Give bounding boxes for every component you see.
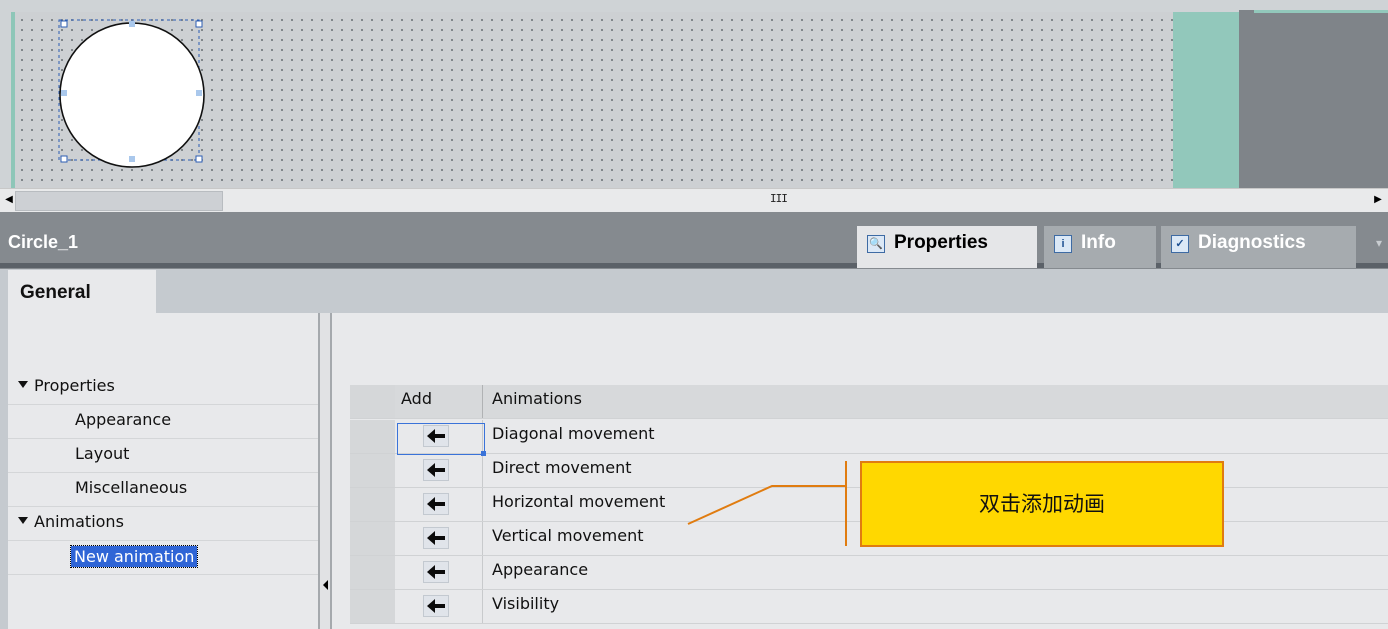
tree-section-properties[interactable]: Properties	[8, 371, 318, 405]
circle-object[interactable]	[55, 16, 215, 168]
add-cell[interactable]	[395, 454, 483, 487]
row-header-cell	[350, 556, 395, 589]
selected-add-cell-frame	[397, 423, 485, 455]
tree-section-animations[interactable]: Animations	[8, 507, 318, 541]
add-animation-button[interactable]	[423, 595, 449, 617]
tab-overflow-icon[interactable]: ▾	[1376, 236, 1382, 250]
animation-name: Horizontal movement	[492, 492, 666, 511]
resize-handle-nw[interactable]	[60, 20, 68, 28]
tree-item-label: Layout	[75, 444, 130, 463]
tree-item-label: Miscellaneous	[75, 478, 188, 497]
tab-diagnostics-label: Diagnostics	[1198, 232, 1306, 253]
row-header-cell	[350, 590, 395, 623]
column-header-add[interactable]: Add	[395, 385, 483, 418]
tree-section-label: Animations	[34, 512, 124, 531]
tree-item-appearance[interactable]: Appearance	[8, 405, 318, 439]
table-header-row: Add Animations	[350, 385, 1388, 419]
canvas-outside-area	[1239, 10, 1388, 188]
table-row[interactable]: Diagonal movement	[350, 420, 1388, 454]
resize-handle-ne[interactable]	[195, 20, 203, 28]
resize-handle-s[interactable]	[129, 156, 135, 162]
table-row[interactable]: Appearance	[350, 556, 1388, 590]
horizontal-scrollbar[interactable]: ◀ III ▶	[0, 188, 1388, 213]
canvas-top-edge	[0, 0, 1388, 12]
selected-cell-handle	[481, 451, 486, 456]
canvas-right-panel	[1173, 12, 1239, 188]
callout-box: 双击添加动画	[860, 461, 1224, 547]
tab-info-label: Info	[1081, 232, 1116, 253]
scroll-left-icon[interactable]: ◀	[3, 194, 15, 206]
column-header-add-label: Add	[401, 389, 432, 408]
add-animation-button[interactable]	[423, 561, 449, 583]
add-cell[interactable]	[395, 522, 483, 555]
arrow-left-icon	[427, 565, 445, 579]
canvas-left-marker	[11, 12, 15, 188]
expand-triangle-icon[interactable]	[18, 381, 28, 388]
info-icon: i	[1054, 235, 1072, 253]
tab-info[interactable]: i Info	[1044, 226, 1156, 268]
row-header-cell	[350, 420, 395, 453]
animation-name: Appearance	[492, 560, 589, 579]
diagnostics-icon: ✓	[1171, 235, 1189, 253]
tab-diagnostics[interactable]: ✓ Diagnostics	[1161, 226, 1356, 268]
row-header-cell	[350, 385, 395, 418]
resize-handle-se[interactable]	[195, 155, 203, 163]
animation-name: Visibility	[492, 594, 560, 613]
tab-properties[interactable]: 🔍 Properties	[857, 226, 1037, 268]
tree-item-label: Appearance	[75, 410, 172, 429]
subtab-strip	[0, 269, 1388, 313]
resize-handle-e[interactable]	[196, 90, 202, 96]
scroll-right-icon[interactable]: ▶	[1372, 194, 1384, 206]
tree-item-layout[interactable]: Layout	[8, 439, 318, 473]
add-animation-button[interactable]	[423, 493, 449, 515]
resize-handle-w[interactable]	[61, 90, 67, 96]
row-header-cell	[350, 488, 395, 521]
expand-triangle-icon[interactable]	[18, 517, 28, 524]
resize-handle-sw[interactable]	[60, 155, 68, 163]
add-cell[interactable]	[395, 488, 483, 521]
screen-canvas[interactable]	[0, 0, 1388, 188]
add-animation-button[interactable]	[423, 527, 449, 549]
table-row[interactable]: Visibility	[350, 590, 1388, 624]
row-header-cell	[350, 522, 395, 555]
tree-item-label-selected: New animation	[69, 545, 199, 568]
scroll-thumb[interactable]	[15, 191, 223, 211]
tree-left-border	[0, 269, 8, 629]
arrow-left-icon	[427, 531, 445, 545]
animation-name: Vertical movement	[492, 526, 644, 545]
arrow-left-icon	[427, 497, 445, 511]
tab-general[interactable]: General	[8, 270, 156, 314]
column-header-animations[interactable]: Animations	[492, 389, 582, 408]
resize-handle-n[interactable]	[129, 21, 135, 27]
arrow-left-icon	[427, 463, 445, 477]
inspector-title: Circle_1	[8, 232, 79, 252]
properties-icon: 🔍	[867, 235, 885, 253]
animation-name: Diagonal movement	[492, 424, 655, 443]
add-animation-button[interactable]	[423, 459, 449, 481]
tab-properties-label: Properties	[894, 232, 988, 253]
canvas-outside-top-stripe	[1254, 10, 1388, 13]
tree-item-miscellaneous[interactable]: Miscellaneous	[8, 473, 318, 507]
add-cell[interactable]	[395, 556, 483, 589]
tree-item-new-animation[interactable]: New animation	[8, 541, 318, 575]
row-header-cell	[350, 454, 395, 487]
tree-section-label: Properties	[34, 376, 115, 395]
arrow-left-icon	[427, 599, 445, 613]
animation-name: Direct movement	[492, 458, 632, 477]
collapse-left-icon[interactable]	[323, 580, 328, 590]
add-cell[interactable]	[395, 590, 483, 623]
scroll-grip-icon: III	[770, 192, 788, 205]
circle-shape[interactable]	[59, 22, 205, 168]
